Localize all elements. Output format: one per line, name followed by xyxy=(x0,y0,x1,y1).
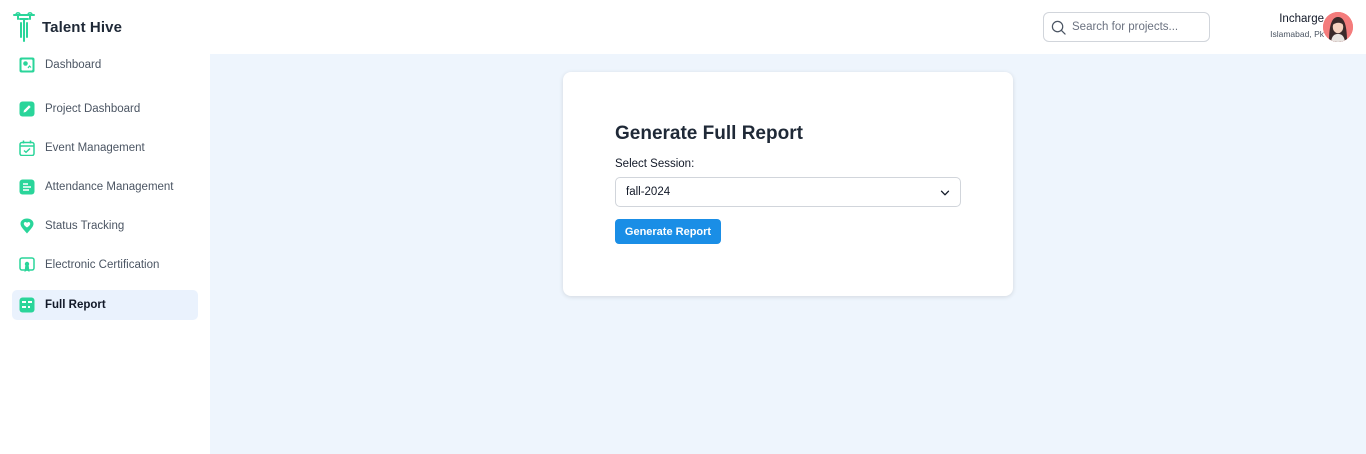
sidebar-item-dashboard[interactable]: Dashboard xyxy=(12,50,198,80)
location-pin-icon xyxy=(20,218,34,234)
report-card: Generate Full Report Select Session: fal… xyxy=(563,72,1013,296)
search-icon xyxy=(1051,20,1066,35)
pencil-icon xyxy=(19,101,35,117)
sidebar-item-label: Project Dashboard xyxy=(45,103,141,115)
certificate-icon xyxy=(19,257,35,272)
chart-board-icon xyxy=(19,57,35,73)
calendar-check-icon xyxy=(19,140,35,156)
top-bar: Talent Hive Incharge Islamabad, Pk xyxy=(0,0,1366,54)
session-select-value: fall-2024 xyxy=(626,186,671,198)
chevron-down-icon xyxy=(940,190,950,196)
avatar-image-icon xyxy=(1323,12,1353,42)
main-content: Generate Full Report Select Session: fal… xyxy=(210,54,1366,454)
sidebar: Dashboard Project Dashboard Event Manage… xyxy=(0,54,210,454)
talent-hive-logo-icon xyxy=(13,11,35,42)
sidebar-item-label: Full Report xyxy=(45,299,106,311)
sidebar-item-label: Electronic Certification xyxy=(45,259,160,271)
sidebar-item-full-report[interactable]: Full Report xyxy=(12,290,198,320)
sidebar-item-status-tracking[interactable]: Status Tracking xyxy=(12,211,198,241)
user-name: Incharge xyxy=(1279,13,1324,25)
page-title: Generate Full Report xyxy=(615,123,803,144)
generate-report-button[interactable]: Generate Report xyxy=(615,219,721,244)
sidebar-item-label: Status Tracking xyxy=(45,220,125,232)
user-location: Islamabad, Pk xyxy=(1270,29,1324,39)
session-label: Select Session: xyxy=(615,158,695,170)
user-info[interactable]: Incharge Islamabad, Pk xyxy=(1270,12,1324,41)
brand[interactable]: Talent Hive xyxy=(12,11,122,43)
app-name: Talent Hive xyxy=(42,18,123,36)
list-icon xyxy=(19,179,35,195)
sidebar-item-label: Dashboard xyxy=(45,59,102,71)
sidebar-item-label: Attendance Management xyxy=(45,181,174,193)
search-box[interactable] xyxy=(1043,12,1210,42)
report-icon xyxy=(19,297,35,313)
session-select[interactable]: fall-2024 xyxy=(615,177,961,207)
avatar[interactable] xyxy=(1323,12,1353,42)
sidebar-item-label: Event Management xyxy=(45,142,145,154)
sidebar-item-event-management[interactable]: Event Management xyxy=(12,133,198,163)
sidebar-item-attendance-management[interactable]: Attendance Management xyxy=(12,172,198,202)
sidebar-item-project-dashboard[interactable]: Project Dashboard xyxy=(12,94,198,124)
sidebar-item-electronic-certification[interactable]: Electronic Certification xyxy=(12,250,198,280)
search-input[interactable] xyxy=(1072,21,1202,33)
